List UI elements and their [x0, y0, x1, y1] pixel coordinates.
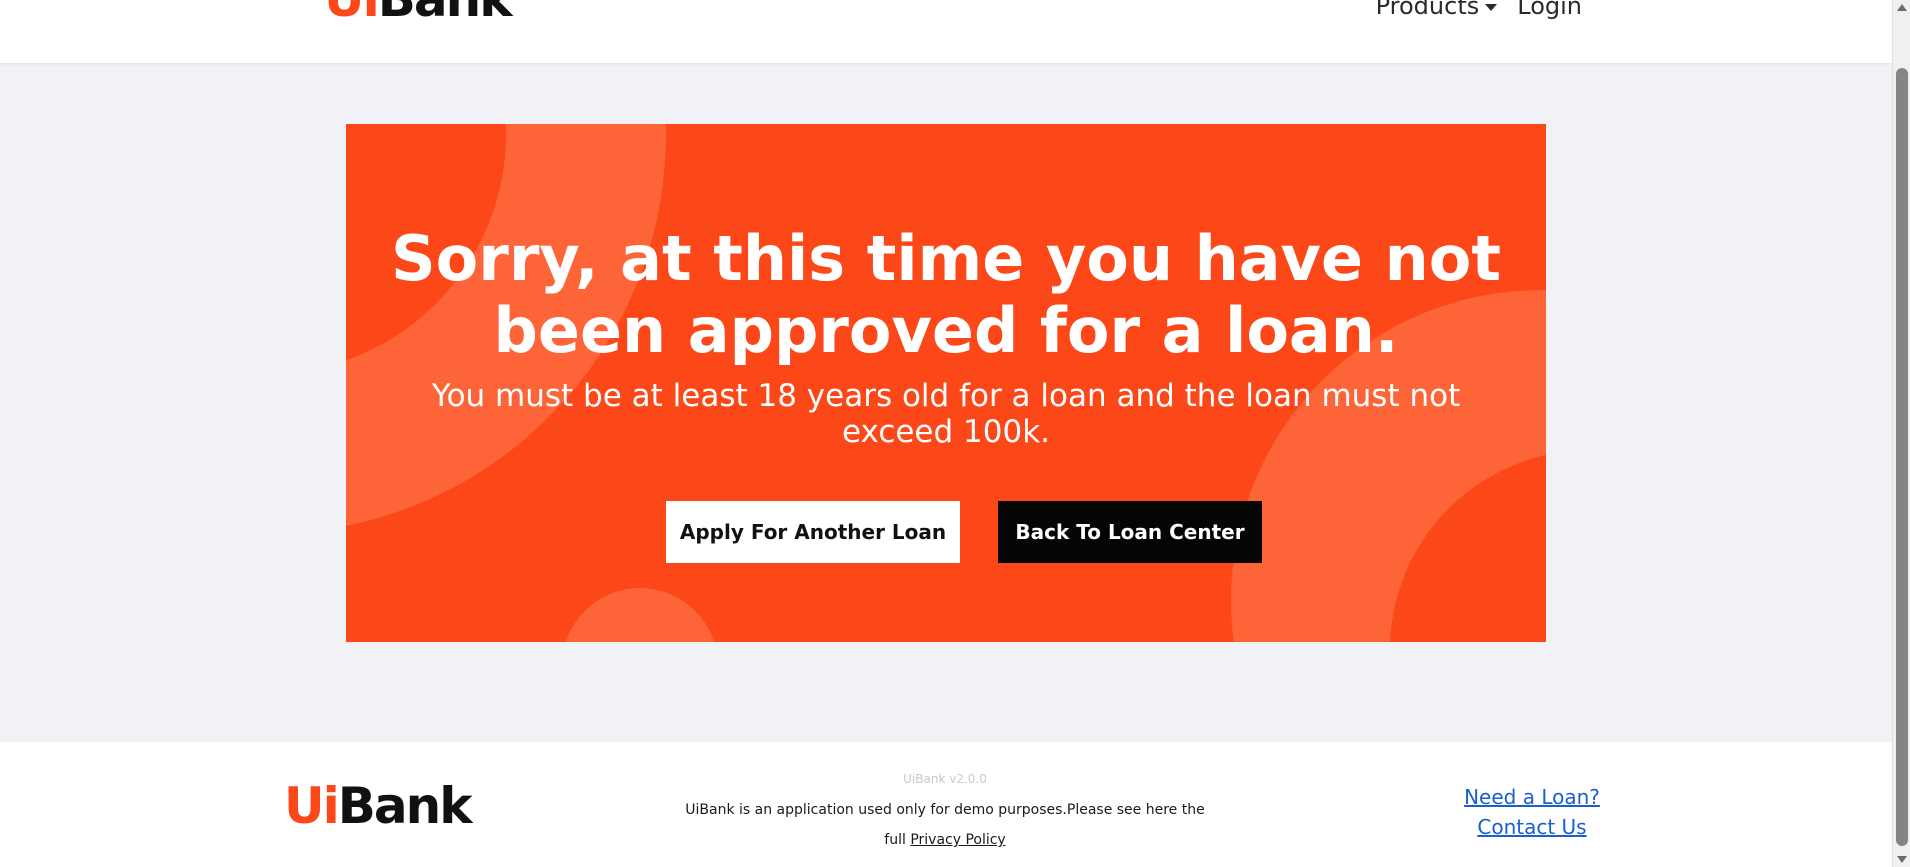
login-link[interactable]: Login [1517, 0, 1582, 20]
footer-logo-ui: Ui [284, 777, 340, 835]
demo-disclaimer: UiBank is an application used only for d… [680, 795, 1210, 855]
header-logo-ui: Ui [324, 0, 380, 28]
arrow-up-icon[interactable] [1897, 4, 1907, 11]
contact-us-link[interactable]: Contact Us [1452, 812, 1612, 842]
privacy-policy-link[interactable]: Privacy Policy [910, 832, 1005, 848]
app-version: UiBank v2.0.0 [903, 772, 987, 786]
footer: UiBank UiBank v2.0.0 UiBank is an applic… [0, 742, 1892, 867]
products-label: Products [1375, 0, 1480, 20]
back-to-loan-center-button[interactable]: Back To Loan Center [998, 501, 1262, 563]
rejection-reason: You must be at least 18 years old for a … [431, 378, 1461, 450]
top-navbar: UiBank Products Login [0, 0, 1892, 64]
arrow-down-icon[interactable] [1897, 856, 1907, 863]
footer-logo[interactable]: UiBank [284, 781, 472, 831]
decor-circle-bottom-left [562, 588, 718, 642]
footer-links: Need a Loan? Contact Us [1452, 782, 1612, 842]
apply-another-loan-button[interactable]: Apply For Another Loan [666, 501, 960, 563]
nav-links: Products Login [1376, 0, 1582, 20]
footer-info: UiBank v2.0.0 UiBank is an application u… [680, 771, 1210, 855]
products-dropdown[interactable]: Products [1376, 0, 1498, 20]
caret-down-icon [1485, 4, 1498, 11]
vertical-scrollbar[interactable] [1892, 0, 1910, 867]
need-a-loan-link[interactable]: Need a Loan? [1452, 782, 1612, 812]
header-logo[interactable]: UiBank [324, 0, 512, 24]
header-logo-bank: Bank [378, 0, 513, 28]
footer-logo-bank: Bank [337, 777, 473, 835]
rejection-title: Sorry, at this time you have not been ap… [391, 222, 1501, 367]
login-label: Login [1517, 0, 1582, 20]
loan-rejection-card: Sorry, at this time you have not been ap… [346, 124, 1546, 642]
scrollbar-thumb[interactable] [1896, 68, 1908, 846]
page: UiBank Products Login Sorry, at this tim… [0, 0, 1910, 867]
